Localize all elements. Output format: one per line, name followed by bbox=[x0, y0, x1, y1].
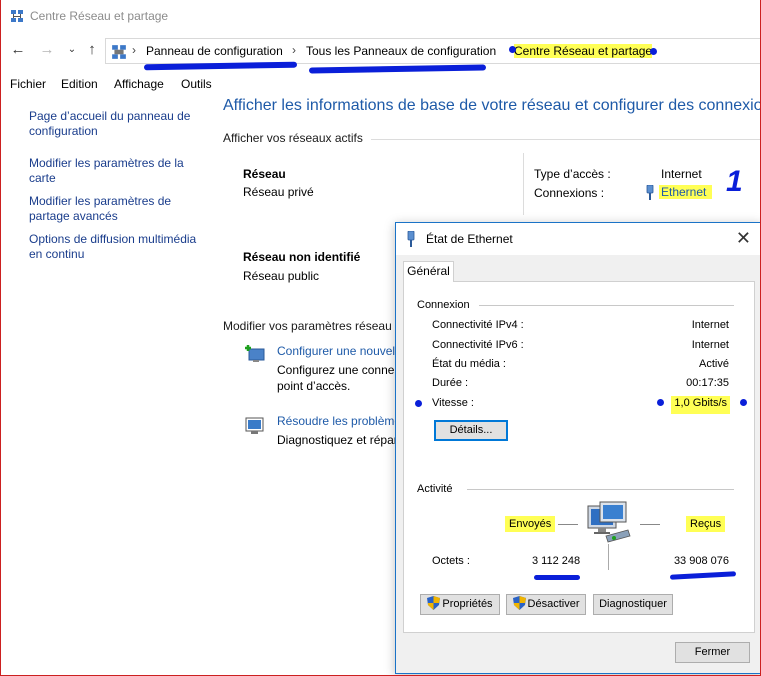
network-icon bbox=[11, 10, 23, 22]
general-panel: Connexion Connectivité IPv4 : Internet C… bbox=[403, 281, 755, 633]
control-panel-icon bbox=[112, 45, 126, 59]
sidebar-item-adapter-settings[interactable]: Modifier les paramètres de la carte bbox=[29, 156, 204, 186]
address-bar: ← → ⌄ ↑ › Panneau de configuration › Tou… bbox=[1, 36, 760, 66]
duration-value: 00:17:35 bbox=[686, 377, 729, 389]
duration-label: Durée : bbox=[432, 377, 469, 389]
network-type[interactable]: Réseau privé bbox=[243, 185, 314, 199]
menu-outils[interactable]: Outils bbox=[181, 77, 212, 91]
network-sharing-window: Centre Réseau et partage ← → ⌄ ↑ › Panne… bbox=[0, 0, 761, 676]
ipv4-value: Internet bbox=[691, 319, 729, 331]
window-title: Centre Réseau et partage bbox=[30, 9, 169, 23]
up-arrow-icon[interactable]: ↑ bbox=[83, 41, 101, 59]
bytes-label: Octets : bbox=[432, 555, 470, 567]
details-button[interactable]: Détails... bbox=[434, 420, 508, 441]
breadcrumb-control-panel[interactable]: Panneau de configuration bbox=[146, 44, 283, 58]
media-state-value: Activé bbox=[699, 358, 729, 370]
unidentified-network-name: Réseau non identifié bbox=[243, 250, 361, 264]
divider bbox=[467, 489, 734, 490]
divider bbox=[640, 524, 660, 525]
setup-connection-desc: Configurez une conne bbox=[277, 363, 395, 377]
menu-bar: Fichier Edition Affichage Outils bbox=[1, 73, 760, 95]
back-icon[interactable]: ← bbox=[9, 41, 27, 59]
dialog-title: État de Ethernet bbox=[426, 232, 513, 246]
breadcrumb-network-center[interactable]: Centre Réseau et partage bbox=[514, 44, 653, 58]
bytes-received: 33 908 076 bbox=[673, 555, 729, 567]
access-type-value: Internet bbox=[661, 167, 702, 181]
access-type-label: Type d’accès : bbox=[534, 167, 611, 181]
setup-connection-desc-2: point d’accès. bbox=[277, 379, 351, 393]
sidebar-item-media-streaming[interactable]: Options de diffusion multimédia en conti… bbox=[29, 232, 204, 262]
annotation-dot bbox=[415, 400, 422, 407]
annotation-number: 1 bbox=[726, 165, 743, 198]
setup-connection-link[interactable]: Configurer une nouvel bbox=[277, 344, 395, 358]
network-name: Réseau bbox=[243, 167, 286, 181]
ipv4-label: Connectivité IPv4 : bbox=[432, 319, 524, 331]
breadcrumb-separator-icon: › bbox=[132, 43, 136, 57]
divider bbox=[371, 139, 760, 140]
divider bbox=[608, 544, 609, 570]
received-label: Reçus bbox=[686, 516, 726, 532]
active-networks-heading: Afficher vos réseaux actifs bbox=[223, 131, 363, 145]
change-settings-heading: Modifier vos paramètres réseau bbox=[223, 319, 392, 333]
annotation-dot bbox=[650, 48, 657, 55]
activity-group-label: Activité bbox=[417, 483, 453, 495]
ethernet-plug-icon bbox=[407, 231, 415, 247]
annotation-underline bbox=[143, 61, 298, 71]
tab-general[interactable]: Général bbox=[403, 261, 454, 282]
close-icon[interactable]: ✕ bbox=[736, 228, 751, 248]
dialog-title-bar: État de Ethernet ✕ bbox=[396, 223, 760, 255]
speed-label: Vitesse : bbox=[432, 397, 474, 409]
annotation-dot bbox=[509, 46, 516, 53]
annotation-dot bbox=[657, 399, 664, 406]
annotation-underline bbox=[669, 571, 737, 580]
sidebar: Page d’accueil du panneau de configurati… bbox=[1, 97, 213, 675]
disable-label: Désactiver bbox=[527, 598, 580, 610]
media-state-label: État du média : bbox=[432, 358, 506, 370]
menu-fichier[interactable]: Fichier bbox=[10, 77, 46, 91]
shield-icon bbox=[427, 596, 441, 610]
ethernet-status-dialog: État de Ethernet ✕ Général Connexion Con… bbox=[395, 222, 760, 674]
troubleshoot-icon bbox=[245, 417, 264, 434]
unidentified-network-type[interactable]: Réseau public bbox=[243, 269, 319, 283]
close-button[interactable]: Fermer bbox=[675, 642, 750, 663]
sidebar-item-sharing-settings[interactable]: Modifier les paramètres de partage avanc… bbox=[29, 194, 204, 224]
title-bar: Centre Réseau et partage bbox=[1, 0, 760, 32]
annotation-dot bbox=[740, 399, 747, 406]
diagnose-button[interactable]: Diagnostiquer bbox=[593, 594, 673, 615]
breadcrumb-separator-icon: › bbox=[292, 43, 296, 57]
page-title: Afficher les informations de base de vot… bbox=[223, 97, 761, 114]
chevron-down-icon[interactable]: ⌄ bbox=[63, 41, 81, 59]
menu-edition[interactable]: Edition bbox=[61, 77, 98, 91]
bytes-sent: 3 112 248 bbox=[532, 555, 581, 567]
connections-label: Connexions : bbox=[534, 186, 605, 200]
speed-value: 1,0 Gbits/s bbox=[671, 396, 730, 414]
forward-icon[interactable]: → bbox=[38, 41, 56, 59]
ipv6-label: Connectivité IPv6 : bbox=[432, 339, 524, 351]
sidebar-item-home[interactable]: Page d’accueil du panneau de configurati… bbox=[29, 109, 204, 139]
sent-label: Envoyés bbox=[505, 516, 556, 532]
connection-group-label: Connexion bbox=[417, 299, 470, 311]
divider bbox=[479, 305, 734, 306]
troubleshoot-link[interactable]: Résoudre les problème bbox=[277, 414, 401, 428]
breadcrumb-all-panels[interactable]: Tous les Panneaux de configuration bbox=[306, 44, 496, 58]
properties-label: Propriétés bbox=[442, 598, 493, 610]
ethernet-link[interactable]: Ethernet bbox=[659, 185, 713, 199]
disable-button[interactable]: Désactiver bbox=[506, 594, 586, 615]
address-field[interactable]: › Panneau de configuration › Tous les Pa… bbox=[105, 38, 760, 64]
divider bbox=[558, 524, 578, 525]
ipv6-value: Internet bbox=[691, 339, 729, 351]
troubleshoot-desc: Diagnostiquez et répar bbox=[277, 433, 398, 447]
divider bbox=[523, 153, 524, 215]
new-connection-icon bbox=[245, 345, 265, 362]
network-activity-icon bbox=[587, 501, 631, 543]
properties-button[interactable]: Propriétés bbox=[420, 594, 500, 615]
ethernet-plug-icon bbox=[646, 185, 654, 200]
shield-icon bbox=[512, 596, 526, 610]
menu-affichage[interactable]: Affichage bbox=[114, 77, 164, 91]
annotation-underline bbox=[534, 575, 580, 580]
